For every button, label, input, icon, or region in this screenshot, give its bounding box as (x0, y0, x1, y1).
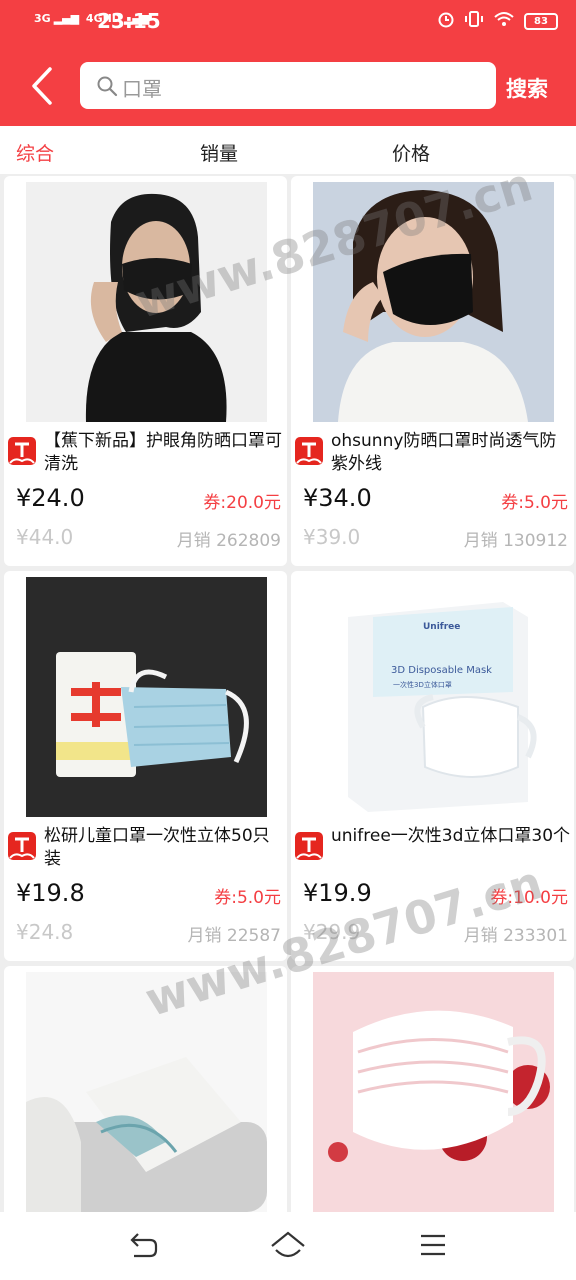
tab-sales[interactable]: 销量 (200, 139, 238, 166)
product-image (313, 972, 554, 1212)
chevron-left-icon (32, 67, 52, 105)
product-card[interactable] (291, 966, 574, 1226)
return-icon (130, 1233, 158, 1258)
product-title: 【蕉下新品】护眼角防晒口罩可清洗 (44, 431, 282, 474)
product-card[interactable]: 【蕉下新品】护眼角防晒口罩可清洗 ¥24.0 券:20.0元 ¥44.0 月销 … (4, 176, 287, 566)
product-card[interactable]: ohsunny防晒口罩时尚透气防紫外线 ¥34.0 券:5.0元 ¥39.0 月… (291, 176, 574, 566)
status-icons: 83 (437, 10, 558, 32)
alarm-icon (437, 10, 455, 32)
product-image (313, 182, 554, 422)
product-card[interactable]: Unifree 3D Disposable Mask 一次性3D立体口罩 uni… (291, 571, 574, 961)
sort-tabs: 综合 销量 价格 (0, 126, 576, 174)
search-input[interactable]: 口罩 (80, 62, 496, 109)
tab-comprehensive[interactable]: 综合 (16, 139, 54, 166)
product-price: ¥19.9 (303, 879, 372, 907)
box-brand-text: Unifree (423, 622, 460, 632)
monthly-sales: 月销 22587 (187, 926, 281, 946)
network-3g: 3G (34, 12, 51, 25)
tmall-shop-icon (295, 832, 323, 860)
coupon-badge: 券:20.0元 (203, 493, 281, 513)
original-price: ¥29.9 (303, 920, 361, 944)
back-button[interactable] (26, 66, 60, 106)
coupon-badge: 券:10.0元 (490, 888, 568, 908)
box-product-text: 3D Disposable Mask (391, 665, 492, 676)
monthly-sales: 月销 130912 (463, 531, 568, 551)
product-image (26, 182, 267, 422)
home-icon (271, 1231, 305, 1258)
product-image: Unifree 3D Disposable Mask 一次性3D立体口罩 (313, 577, 554, 817)
nav-home-button[interactable] (270, 1228, 305, 1262)
tab-price[interactable]: 价格 (392, 139, 430, 166)
product-image (26, 577, 267, 817)
product-price: ¥34.0 (303, 484, 372, 512)
product-price: ¥24.0 (16, 484, 85, 512)
product-card[interactable]: 松研儿童口罩一次性立体50只装 ¥19.8 券:5.0元 ¥24.8 月销 22… (4, 571, 287, 961)
original-price: ¥44.0 (16, 525, 74, 549)
menu-icon (421, 1234, 445, 1256)
product-title: unifree一次性3d立体口罩30个 (331, 826, 571, 846)
product-title: ohsunny防晒口罩时尚透气防紫外线 (331, 431, 557, 474)
search-icon (97, 76, 118, 97)
monthly-sales: 月销 233301 (463, 926, 568, 946)
monthly-sales: 月销 262809 (176, 531, 281, 551)
product-card[interactable] (4, 966, 287, 1226)
battery-indicator: 83 (524, 12, 558, 30)
coupon-badge: 券:5.0元 (501, 493, 568, 513)
search-button[interactable]: 搜索 (506, 73, 548, 103)
tmall-shop-icon (8, 832, 36, 860)
coupon-badge: 券:5.0元 (214, 888, 281, 908)
vibrate-icon (464, 10, 484, 32)
product-price: ¥19.8 (16, 879, 85, 907)
clock: 23:15 (97, 9, 161, 33)
box-product-cn-text: 一次性3D立体口罩 (393, 680, 452, 689)
product-image (26, 972, 267, 1212)
original-price: ¥24.8 (16, 920, 74, 944)
search-query: 口罩 (122, 77, 162, 101)
product-title: 松研儿童口罩一次性立体50只装 (44, 826, 270, 869)
nav-menu-button[interactable] (418, 1228, 452, 1262)
tmall-shop-icon (295, 437, 323, 465)
tmall-shop-icon (8, 437, 36, 465)
status-bar: 3G ▂▄▆ 4GHD ▂▄▆ 23:15 83 (0, 0, 576, 44)
original-price: ¥39.0 (303, 525, 361, 549)
wifi-icon (493, 10, 515, 32)
nav-back-button[interactable] (126, 1228, 160, 1262)
signal-icon: ▂▄▆ (53, 12, 80, 25)
system-nav-bar (0, 1212, 576, 1280)
header: 3G ▂▄▆ 4GHD ▂▄▆ 23:15 83 口罩 搜索 (0, 0, 576, 126)
